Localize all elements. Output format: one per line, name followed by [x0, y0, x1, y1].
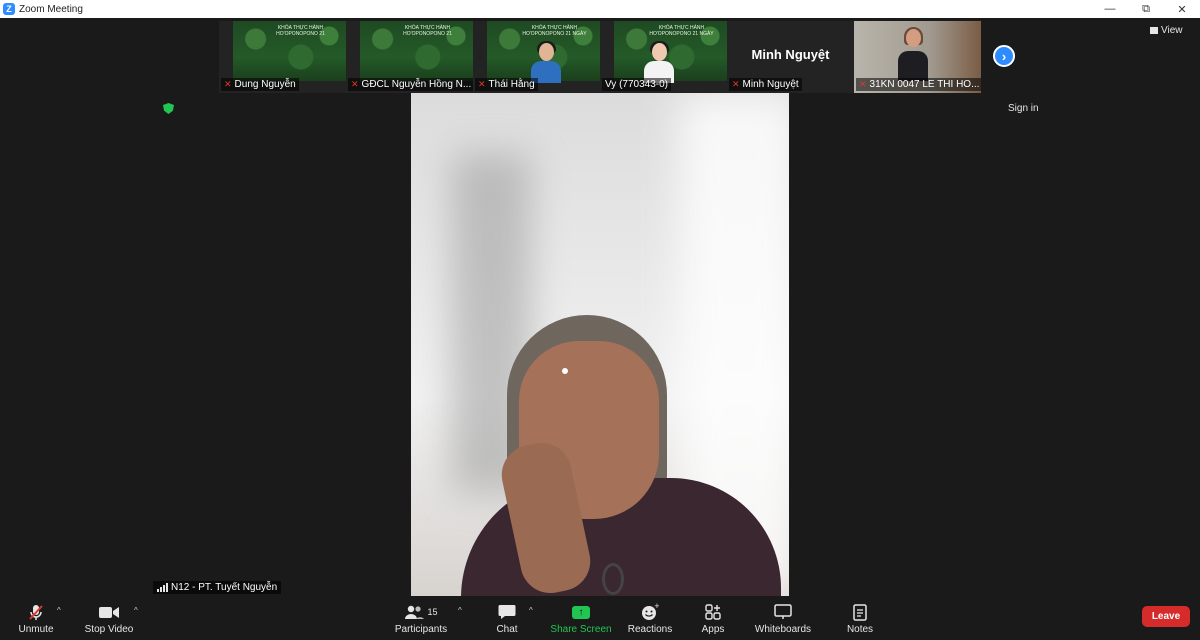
participant-name-text: Vy (770343-0)	[605, 79, 668, 90]
apps-label: Apps	[701, 624, 725, 635]
participant-name-text: GĐCL Nguyễn Hồng N...	[361, 79, 472, 90]
participants-options-chevron-icon[interactable]: ^	[458, 606, 462, 615]
participant-tile[interactable]: ✕ 31KN 0047 LE THI HO...	[854, 21, 981, 93]
signal-strength-icon	[157, 583, 168, 592]
participant-name-text: Minh Nguyệt	[742, 79, 799, 90]
notes-label: Notes	[846, 624, 874, 635]
window-titlebar: Z Zoom Meeting — ⧉ ✕	[0, 0, 1200, 18]
participant-figure	[898, 27, 928, 81]
participants-button[interactable]: 15 Participants	[394, 598, 448, 640]
view-grid-icon	[1150, 27, 1158, 34]
muted-mic-icon: ✕	[478, 79, 486, 89]
apps-icon	[705, 603, 721, 621]
participant-video	[644, 41, 674, 83]
encryption-shield-icon[interactable]	[163, 103, 174, 114]
participant-name: ✕ Minh Nguyệt	[729, 78, 802, 91]
chat-label: Chat	[496, 624, 518, 635]
view-button[interactable]: View	[1150, 25, 1183, 36]
muted-microphone-icon	[28, 603, 44, 621]
participant-name: ✕ Dung Nguyễn	[221, 78, 299, 91]
participant-tile[interactable]: KHÓA THỰC HÀNH HO'OPONOPONO 21 ✕ GĐCL Ng…	[346, 21, 473, 93]
view-label: View	[1161, 25, 1183, 36]
video-options-chevron-icon[interactable]: ^	[134, 606, 138, 615]
active-speaker-name-text: N12 - PT. Tuyết Nguyễn	[171, 582, 278, 593]
share-screen-label: Share Screen	[550, 624, 612, 635]
muted-mic-icon: ✕	[351, 79, 359, 89]
whiteboards-label: Whiteboards	[754, 624, 812, 635]
next-page-arrow-icon[interactable]: ›	[993, 45, 1015, 67]
svg-text:+: +	[654, 603, 659, 610]
participant-name: ✕ Thái Hằng	[475, 78, 538, 91]
active-speaker-video	[411, 93, 789, 596]
participant-name: Vy (770343-0)	[602, 78, 671, 91]
window-title: Zoom Meeting	[19, 3, 83, 15]
chat-options-chevron-icon[interactable]: ^	[529, 606, 533, 615]
participant-tile[interactable]: KHÓA THỰC HÀNH HO'OPONOPONO 21 NGÀY ✕ Th…	[473, 21, 600, 93]
participant-tile[interactable]: KHÓA THỰC HÀNH HO'OPONOPONO 21 ✕ Dung Ng…	[219, 21, 346, 93]
video-camera-icon	[99, 603, 119, 621]
whiteboard-icon	[774, 603, 792, 621]
whiteboards-button[interactable]: Whiteboards	[753, 598, 813, 640]
close-button[interactable]: ✕	[1164, 0, 1200, 18]
muted-mic-icon: ✕	[859, 79, 867, 89]
participants-count: 15	[427, 607, 438, 617]
background-banner-text: KHÓA THỰC HÀNH HO'OPONOPONO 21	[403, 25, 452, 37]
background-banner-text: KHÓA THỰC HÀNH HO'OPONOPONO 21 NGÀY	[649, 25, 714, 37]
reactions-label: Reactions	[627, 624, 673, 635]
participants-label: Participants	[394, 624, 448, 635]
participant-name-text: Dung Nguyễn	[234, 79, 296, 90]
apps-button[interactable]: Apps	[698, 598, 728, 640]
participant-name-text: Thái Hằng	[488, 79, 535, 90]
unmute-button[interactable]: Unmute	[16, 598, 56, 640]
participant-name: ✕ GĐCL Nguyễn Hồng N...	[348, 78, 473, 91]
zoom-logo-icon: Z	[3, 3, 15, 15]
participant-tile[interactable]: KHÓA THỰC HÀNH HO'OPONOPONO 21 NGÀY Vy (…	[600, 21, 727, 93]
notes-button[interactable]: Notes	[843, 598, 877, 640]
share-screen-icon: ↑	[572, 603, 590, 621]
participant-name: ✕ 31KN 0047 LE THI HO...	[856, 78, 981, 91]
muted-mic-icon: ✕	[224, 79, 232, 89]
participant-video	[531, 41, 561, 83]
participant-tile[interactable]: Minh Nguyệt ✕ Minh Nguyệt	[727, 21, 854, 93]
participant-avatar-name: Minh Nguyệt	[751, 47, 830, 62]
audio-options-chevron-icon[interactable]: ^	[57, 606, 61, 615]
background-banner-text: KHÓA THỰC HÀNH HO'OPONOPONO 21 NGÀY	[522, 25, 587, 37]
chat-button[interactable]: Chat	[490, 598, 524, 640]
leave-button[interactable]: Leave	[1142, 606, 1190, 627]
share-screen-button[interactable]: ↑ Share Screen	[550, 598, 612, 640]
reactions-button[interactable]: + Reactions	[627, 598, 673, 640]
participant-name-text: 31KN 0047 LE THI HO...	[869, 79, 980, 90]
minimize-button[interactable]: —	[1092, 0, 1128, 18]
background-banner-text: KHÓA THỰC HÀNH HO'OPONOPONO 21	[276, 25, 325, 37]
maximize-button[interactable]: ⧉	[1128, 0, 1164, 18]
notes-icon	[853, 603, 867, 621]
participants-icon: 15	[404, 603, 438, 621]
stop-video-button[interactable]: Stop Video	[84, 598, 134, 640]
muted-mic-icon: ✕	[732, 79, 740, 89]
meeting-toolbar: Unmute ^ Stop Video ^ 15 Participants ^ …	[0, 598, 1200, 640]
chat-bubble-icon	[498, 603, 516, 621]
reactions-smiley-icon: +	[641, 603, 659, 621]
unmute-label: Unmute	[18, 624, 54, 635]
thumbnail-strip: KHÓA THỰC HÀNH HO'OPONOPONO 21 ✕ Dung Ng…	[219, 21, 981, 93]
stop-video-label: Stop Video	[84, 624, 134, 635]
active-speaker-name: N12 - PT. Tuyết Nguyễn	[153, 581, 282, 594]
sign-in-link[interactable]: Sign in	[1008, 103, 1039, 114]
